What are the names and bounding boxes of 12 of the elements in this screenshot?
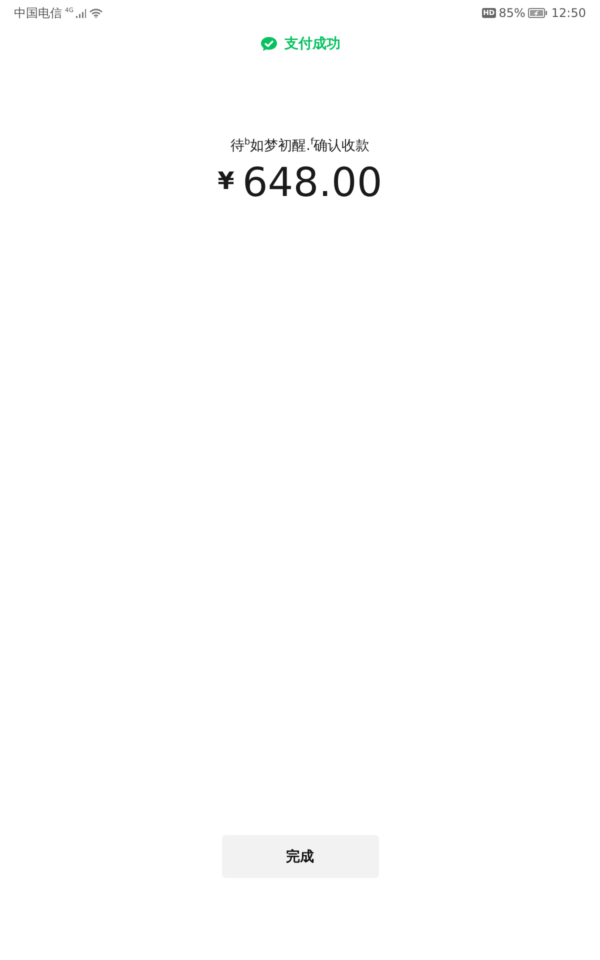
page-title: 支付成功 (284, 35, 340, 53)
battery-icon (528, 8, 548, 18)
wifi-icon (89, 8, 104, 18)
payee-text: 待$^{b}$如梦初醒.$^{f}$确认收款 (230, 137, 370, 155)
signal-icon (76, 8, 86, 18)
carrier-name: 中国电信 (14, 4, 62, 22)
payment-amount: 648.00 (242, 161, 382, 205)
clock-time: 12:50 (551, 6, 586, 20)
done-button[interactable]: 完成 (222, 835, 378, 878)
currency-symbol: ¥ (218, 167, 234, 195)
battery-percent: 85% (498, 6, 526, 20)
chat-check-icon (260, 36, 278, 52)
